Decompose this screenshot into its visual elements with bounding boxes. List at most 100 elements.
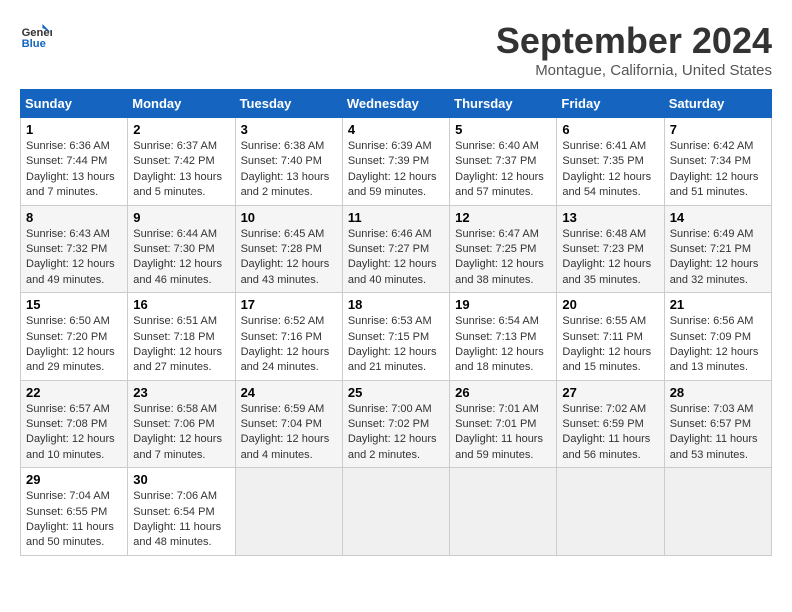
calendar-cell — [664, 468, 771, 556]
title-block: September 2024 Montague, California, Uni… — [496, 20, 772, 79]
calendar-cell: 7 Sunrise: 6:42 AM Sunset: 7:34 PM Dayli… — [664, 118, 771, 206]
day-number: 30 — [133, 472, 229, 487]
day-info: Sunrise: 7:03 AM Sunset: 6:57 PM Dayligh… — [670, 402, 766, 464]
calendar-cell — [557, 468, 664, 556]
day-number: 10 — [241, 210, 337, 225]
week-row-2: 8 Sunrise: 6:43 AM Sunset: 7:32 PM Dayli… — [21, 205, 772, 293]
day-info: Sunrise: 6:52 AM Sunset: 7:16 PM Dayligh… — [241, 314, 337, 376]
day-info: Sunrise: 6:42 AM Sunset: 7:34 PM Dayligh… — [670, 139, 766, 201]
calendar-cell: 20 Sunrise: 6:55 AM Sunset: 7:11 PM Dayl… — [557, 293, 664, 381]
day-info: Sunrise: 7:01 AM Sunset: 7:01 PM Dayligh… — [455, 402, 551, 464]
calendar-cell: 5 Sunrise: 6:40 AM Sunset: 7:37 PM Dayli… — [450, 118, 557, 206]
day-number: 13 — [562, 210, 658, 225]
header-thursday: Thursday — [450, 90, 557, 118]
day-number: 18 — [348, 297, 444, 312]
month-title: September 2024 — [496, 20, 772, 62]
day-info: Sunrise: 6:38 AM Sunset: 7:40 PM Dayligh… — [241, 139, 337, 201]
week-row-4: 22 Sunrise: 6:57 AM Sunset: 7:08 PM Dayl… — [21, 380, 772, 468]
svg-text:Blue: Blue — [22, 38, 46, 50]
calendar-table: Sunday Monday Tuesday Wednesday Thursday… — [20, 89, 772, 556]
day-number: 20 — [562, 297, 658, 312]
calendar-cell: 16 Sunrise: 6:51 AM Sunset: 7:18 PM Dayl… — [128, 293, 235, 381]
day-info: Sunrise: 6:40 AM Sunset: 7:37 PM Dayligh… — [455, 139, 551, 201]
page-header: General Blue September 2024 Montague, Ca… — [20, 20, 772, 79]
calendar-cell — [450, 468, 557, 556]
day-number: 22 — [26, 385, 122, 400]
svg-text:General: General — [22, 27, 52, 39]
day-info: Sunrise: 6:57 AM Sunset: 7:08 PM Dayligh… — [26, 402, 122, 464]
calendar-cell: 17 Sunrise: 6:52 AM Sunset: 7:16 PM Dayl… — [235, 293, 342, 381]
day-info: Sunrise: 6:46 AM Sunset: 7:27 PM Dayligh… — [348, 227, 444, 289]
day-number: 1 — [26, 122, 122, 137]
calendar-cell: 10 Sunrise: 6:45 AM Sunset: 7:28 PM Dayl… — [235, 205, 342, 293]
header-sunday: Sunday — [21, 90, 128, 118]
day-number: 26 — [455, 385, 551, 400]
calendar-cell: 8 Sunrise: 6:43 AM Sunset: 7:32 PM Dayli… — [21, 205, 128, 293]
day-info: Sunrise: 6:55 AM Sunset: 7:11 PM Dayligh… — [562, 314, 658, 376]
day-number: 2 — [133, 122, 229, 137]
calendar-cell: 18 Sunrise: 6:53 AM Sunset: 7:15 PM Dayl… — [342, 293, 449, 381]
calendar-cell: 19 Sunrise: 6:54 AM Sunset: 7:13 PM Dayl… — [450, 293, 557, 381]
day-number: 9 — [133, 210, 229, 225]
day-number: 14 — [670, 210, 766, 225]
day-info: Sunrise: 6:36 AM Sunset: 7:44 PM Dayligh… — [26, 139, 122, 201]
day-number: 25 — [348, 385, 444, 400]
header-row: Sunday Monday Tuesday Wednesday Thursday… — [21, 90, 772, 118]
calendar-cell: 13 Sunrise: 6:48 AM Sunset: 7:23 PM Dayl… — [557, 205, 664, 293]
calendar-cell: 11 Sunrise: 6:46 AM Sunset: 7:27 PM Dayl… — [342, 205, 449, 293]
day-number: 12 — [455, 210, 551, 225]
calendar-cell: 4 Sunrise: 6:39 AM Sunset: 7:39 PM Dayli… — [342, 118, 449, 206]
week-row-5: 29 Sunrise: 7:04 AM Sunset: 6:55 PM Dayl… — [21, 468, 772, 556]
day-number: 7 — [670, 122, 766, 137]
day-number: 11 — [348, 210, 444, 225]
day-number: 16 — [133, 297, 229, 312]
logo-icon: General Blue — [20, 20, 52, 52]
day-info: Sunrise: 6:58 AM Sunset: 7:06 PM Dayligh… — [133, 402, 229, 464]
day-number: 15 — [26, 297, 122, 312]
header-saturday: Saturday — [664, 90, 771, 118]
day-info: Sunrise: 6:51 AM Sunset: 7:18 PM Dayligh… — [133, 314, 229, 376]
day-number: 28 — [670, 385, 766, 400]
calendar-cell: 9 Sunrise: 6:44 AM Sunset: 7:30 PM Dayli… — [128, 205, 235, 293]
day-info: Sunrise: 6:37 AM Sunset: 7:42 PM Dayligh… — [133, 139, 229, 201]
calendar-cell: 23 Sunrise: 6:58 AM Sunset: 7:06 PM Dayl… — [128, 380, 235, 468]
calendar-cell: 1 Sunrise: 6:36 AM Sunset: 7:44 PM Dayli… — [21, 118, 128, 206]
logo: General Blue — [20, 20, 52, 52]
day-number: 24 — [241, 385, 337, 400]
header-wednesday: Wednesday — [342, 90, 449, 118]
day-info: Sunrise: 6:53 AM Sunset: 7:15 PM Dayligh… — [348, 314, 444, 376]
day-info: Sunrise: 6:47 AM Sunset: 7:25 PM Dayligh… — [455, 227, 551, 289]
calendar-cell: 22 Sunrise: 6:57 AM Sunset: 7:08 PM Dayl… — [21, 380, 128, 468]
day-number: 4 — [348, 122, 444, 137]
header-friday: Friday — [557, 90, 664, 118]
day-info: Sunrise: 6:45 AM Sunset: 7:28 PM Dayligh… — [241, 227, 337, 289]
calendar-cell: 2 Sunrise: 6:37 AM Sunset: 7:42 PM Dayli… — [128, 118, 235, 206]
day-info: Sunrise: 7:00 AM Sunset: 7:02 PM Dayligh… — [348, 402, 444, 464]
day-number: 17 — [241, 297, 337, 312]
day-info: Sunrise: 6:59 AM Sunset: 7:04 PM Dayligh… — [241, 402, 337, 464]
week-row-1: 1 Sunrise: 6:36 AM Sunset: 7:44 PM Dayli… — [21, 118, 772, 206]
header-tuesday: Tuesday — [235, 90, 342, 118]
calendar-cell: 21 Sunrise: 6:56 AM Sunset: 7:09 PM Dayl… — [664, 293, 771, 381]
calendar-cell: 3 Sunrise: 6:38 AM Sunset: 7:40 PM Dayli… — [235, 118, 342, 206]
day-info: Sunrise: 6:39 AM Sunset: 7:39 PM Dayligh… — [348, 139, 444, 201]
day-info: Sunrise: 6:50 AM Sunset: 7:20 PM Dayligh… — [26, 314, 122, 376]
day-number: 27 — [562, 385, 658, 400]
calendar-cell: 28 Sunrise: 7:03 AM Sunset: 6:57 PM Dayl… — [664, 380, 771, 468]
day-number: 3 — [241, 122, 337, 137]
day-info: Sunrise: 7:06 AM Sunset: 6:54 PM Dayligh… — [133, 489, 229, 551]
calendar-cell: 24 Sunrise: 6:59 AM Sunset: 7:04 PM Dayl… — [235, 380, 342, 468]
day-number: 23 — [133, 385, 229, 400]
day-info: Sunrise: 6:56 AM Sunset: 7:09 PM Dayligh… — [670, 314, 766, 376]
calendar-cell: 27 Sunrise: 7:02 AM Sunset: 6:59 PM Dayl… — [557, 380, 664, 468]
calendar-cell: 12 Sunrise: 6:47 AM Sunset: 7:25 PM Dayl… — [450, 205, 557, 293]
header-monday: Monday — [128, 90, 235, 118]
calendar-cell: 14 Sunrise: 6:49 AM Sunset: 7:21 PM Dayl… — [664, 205, 771, 293]
day-info: Sunrise: 6:54 AM Sunset: 7:13 PM Dayligh… — [455, 314, 551, 376]
calendar-cell: 6 Sunrise: 6:41 AM Sunset: 7:35 PM Dayli… — [557, 118, 664, 206]
day-number: 29 — [26, 472, 122, 487]
location: Montague, California, United States — [496, 62, 772, 79]
day-number: 21 — [670, 297, 766, 312]
calendar-cell: 29 Sunrise: 7:04 AM Sunset: 6:55 PM Dayl… — [21, 468, 128, 556]
calendar-cell — [235, 468, 342, 556]
